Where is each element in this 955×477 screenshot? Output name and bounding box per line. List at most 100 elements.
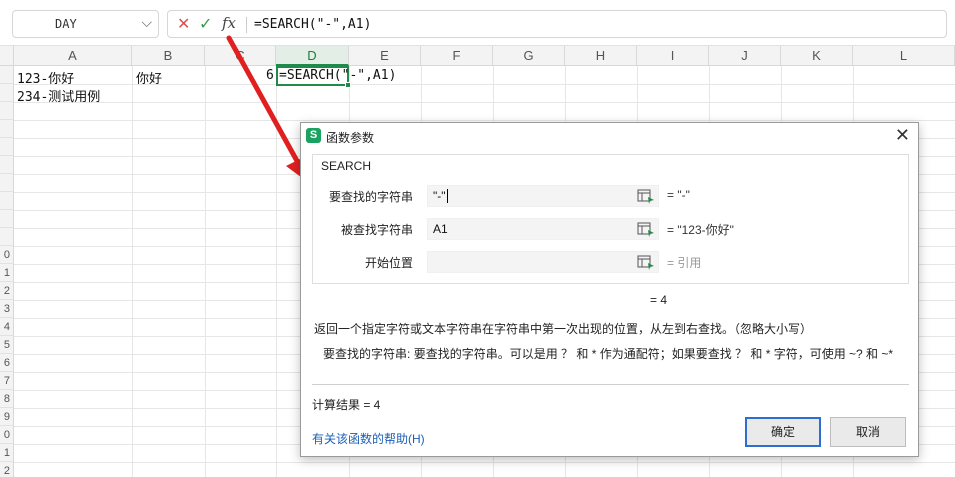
row-number: 6	[3, 357, 10, 369]
row-header[interactable]: 4	[0, 318, 14, 336]
row-header[interactable]: 0	[0, 246, 14, 264]
row-gridline	[14, 120, 955, 121]
range-select-icon[interactable]	[637, 221, 655, 237]
cancel-edit-icon[interactable]: ✕	[177, 14, 190, 34]
column-header-c[interactable]: C	[205, 46, 276, 66]
cell-b1[interactable]: 你好	[136, 68, 162, 87]
row-number: 8	[3, 393, 10, 405]
row-number: 1	[3, 267, 10, 279]
cell-d1[interactable]: =SEARCH("-",A1)	[279, 68, 396, 83]
row-header[interactable]: 9	[0, 408, 14, 426]
function-description: 返回一个指定字符或文本字符串在字符串中第一次出现的位置，从左到右查找。（忽略大小…	[314, 322, 813, 336]
row-header[interactable]: 8	[0, 390, 14, 408]
find-text-result: = "-"	[667, 188, 690, 202]
row-number: 5	[3, 339, 10, 351]
row-number: 7	[3, 375, 10, 387]
find-text-input[interactable]: "-"​	[427, 185, 659, 207]
row-header[interactable]: 7	[0, 372, 14, 390]
row-header[interactable]: 2	[0, 282, 14, 300]
column-header-f[interactable]: F	[421, 46, 493, 66]
function-help-link[interactable]: 有关该函数的帮助(H)	[312, 430, 425, 447]
row-number: 2	[3, 285, 10, 297]
arg-label-within-text: 被查找字符串	[340, 223, 413, 237]
column-header-k[interactable]: K	[781, 46, 853, 66]
app-logo-icon: S	[306, 128, 321, 143]
row-header[interactable]	[0, 192, 14, 210]
row-number: 4	[3, 321, 10, 333]
row-header[interactable]	[0, 210, 14, 228]
function-arguments-dialog: S 函数参数 ✕ SEARCH 要查找的字符串 "-"​ = "-" 被查找字符…	[300, 122, 919, 457]
argument-description-text: 要查找的字符串。可以是用 ？ 和 * 作为通配符；如果要查找 ？ 和 * 字符，…	[413, 347, 894, 361]
row-gridline	[14, 462, 955, 463]
dialog-title-bar[interactable]: S 函数参数 ✕	[301, 123, 918, 149]
select-all-corner[interactable]	[0, 46, 14, 66]
cell-a2[interactable]: 234-测试用例	[17, 86, 100, 105]
chevron-down-icon[interactable]: ⌵	[141, 14, 152, 31]
column-header-h[interactable]: H	[565, 46, 637, 66]
range-select-icon[interactable]	[637, 188, 655, 204]
column-header-g[interactable]: G	[493, 46, 565, 66]
row-header[interactable]	[0, 66, 14, 84]
row-header[interactable]: 6	[0, 354, 14, 372]
formula-text[interactable]: =SEARCH("-",A1)	[254, 17, 371, 32]
start-num-result: = 引用	[667, 256, 702, 270]
cell-c1[interactable]: 6	[266, 68, 274, 83]
cancel-button[interactable]: 取消	[830, 417, 906, 447]
cell-a1[interactable]: 123-你好	[17, 68, 74, 87]
column-header-l[interactable]: L	[853, 46, 955, 66]
row-number: 2	[3, 465, 10, 477]
column-gridline	[132, 66, 133, 477]
row-header[interactable]	[0, 120, 14, 138]
function-name-label: SEARCH	[321, 159, 372, 173]
column-header-i[interactable]: I	[637, 46, 709, 66]
row-header[interactable]: 1	[0, 444, 14, 462]
formula-bar: DAY ⌵ ✕ ✓ fx =SEARCH("-",A1)	[0, 0, 955, 46]
ok-button[interactable]: 确定	[745, 417, 821, 447]
arguments-group: SEARCH 要查找的字符串 "-"​ = "-" 被查找字符串 A1 = "1…	[312, 154, 909, 284]
row-header[interactable]	[0, 84, 14, 102]
row-header[interactable]: 2	[0, 462, 14, 477]
insert-function-icon[interactable]: fx	[222, 14, 236, 32]
divider	[312, 384, 909, 385]
column-header-b[interactable]: B	[132, 46, 205, 66]
arg-label-find-text: 要查找的字符串	[328, 190, 413, 204]
start-num-input[interactable]	[427, 251, 659, 273]
row-header[interactable]	[0, 174, 14, 192]
row-header[interactable]	[0, 138, 14, 156]
row-header[interactable]: 0	[0, 426, 14, 444]
formula-result: = 4	[650, 293, 668, 307]
row-header[interactable]	[0, 156, 14, 174]
formula-input-box[interactable]: ✕ ✓ fx =SEARCH("-",A1)	[167, 10, 947, 38]
within-text-result: = "123-你好"	[667, 223, 734, 237]
column-header-d[interactable]: D	[276, 46, 349, 66]
row-gridline	[14, 102, 955, 103]
row-number: 1	[3, 447, 10, 459]
row-number: 3	[3, 303, 10, 315]
close-icon[interactable]: ✕	[895, 125, 910, 146]
column-header-e[interactable]: E	[349, 46, 421, 66]
calculation-result: 计算结果 = 4	[312, 398, 381, 412]
range-select-icon[interactable]	[637, 254, 655, 270]
dialog-title: 函数参数	[326, 131, 375, 145]
name-box[interactable]: DAY ⌵	[12, 10, 159, 38]
column-header-j[interactable]: J	[709, 46, 781, 66]
row-header[interactable]: 5	[0, 336, 14, 354]
row-number: 0	[3, 429, 10, 441]
row-header[interactable]	[0, 228, 14, 246]
find-text-value: "-"	[433, 189, 446, 203]
column-gridline	[276, 66, 277, 477]
column-header-a[interactable]: A	[14, 46, 132, 66]
confirm-edit-icon[interactable]: ✓	[199, 14, 212, 34]
row-header[interactable]	[0, 102, 14, 120]
row-number: 9	[3, 411, 10, 423]
argument-description: 要查找的字符串: 要查找的字符串。可以是用 ？ 和 * 作为通配符；如果要查找 …	[323, 346, 903, 362]
arg-label-start-num: 开始位置	[364, 256, 413, 270]
row-header[interactable]: 3	[0, 300, 14, 318]
text-caret: ​	[446, 189, 448, 203]
argument-description-label: 要查找的字符串:	[323, 347, 411, 361]
formula-bar-divider	[246, 17, 247, 33]
row-number: 0	[3, 249, 10, 261]
name-box-value: DAY	[55, 17, 77, 31]
row-header[interactable]: 1	[0, 264, 14, 282]
within-text-input[interactable]: A1	[427, 218, 659, 240]
